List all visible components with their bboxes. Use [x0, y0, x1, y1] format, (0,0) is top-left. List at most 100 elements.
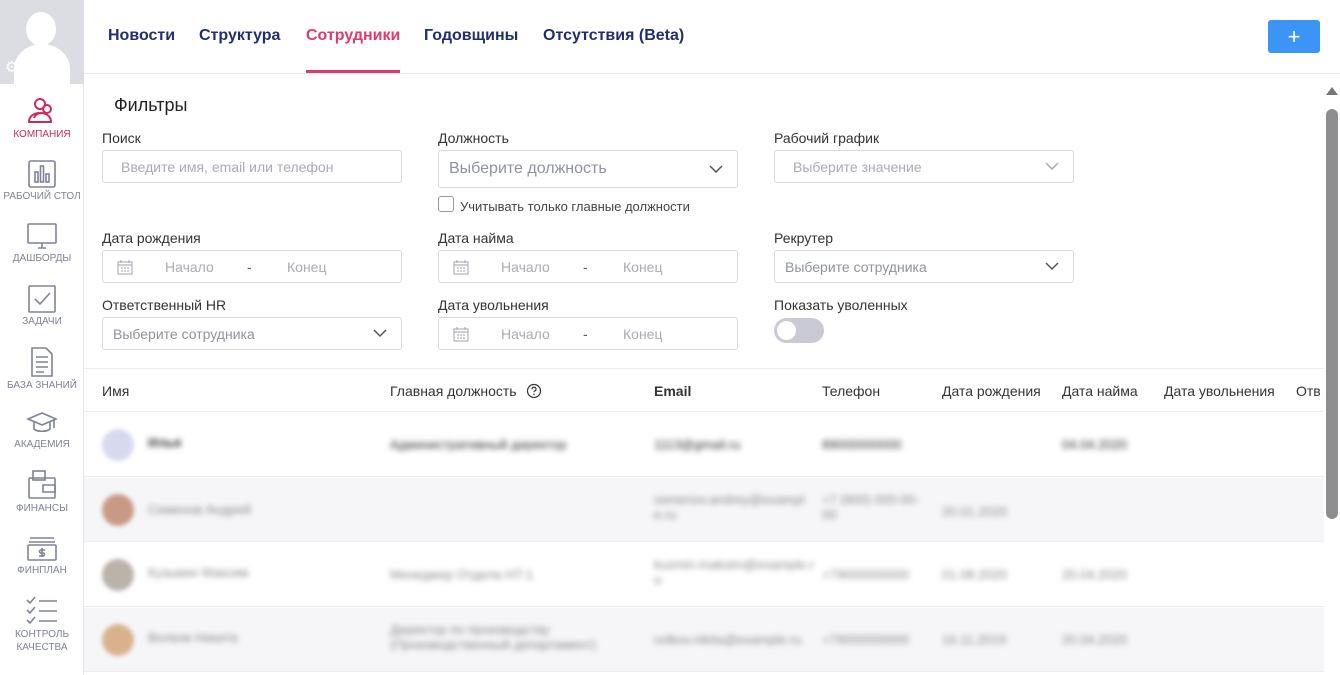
dismissal-date-label: Дата увольнения — [438, 297, 549, 313]
sidebar-item-academy[interactable]: АКАДЕМИЯ — [0, 410, 84, 451]
calendar-icon — [453, 327, 469, 342]
sidebar-item-knowledge-base[interactable]: БАЗА ЗНАНИЙ — [0, 347, 84, 392]
tab-anniversaries[interactable]: Годовщины — [424, 27, 518, 45]
employee-name[interactable]: Волков Никита — [148, 630, 237, 645]
sidebar-item-tasks[interactable]: ЗАДАЧИ — [0, 285, 84, 328]
column-birth-date[interactable]: Дата рождения — [942, 383, 1041, 399]
employee-hire-date: 20.04.2020 — [1062, 567, 1128, 582]
column-hire-date[interactable]: Дата найма — [1062, 383, 1138, 399]
gear-icon[interactable]: ⚙ — [5, 60, 18, 75]
company-icon — [27, 98, 53, 123]
position-label: Должность — [438, 130, 509, 146]
show-dismissed-label: Показать уволенных — [774, 297, 908, 313]
money-stack-icon — [27, 537, 57, 561]
hire-date-end[interactable]: Конец — [623, 259, 662, 275]
document-icon — [31, 347, 53, 377]
scroll-up-arrow-icon[interactable] — [1326, 87, 1338, 95]
sidebar-item-label: ФИНАНСЫ — [16, 503, 68, 514]
filters-title: Фильтры — [114, 95, 188, 115]
employee-position: Директор по производству (Производственн… — [390, 622, 597, 652]
column-name[interactable]: Имя — [102, 383, 129, 399]
search-input[interactable]: Введите имя, email или телефон — [102, 150, 402, 183]
employee-birth-date: 20.01.2020 — [942, 504, 1008, 519]
employee-birth-date: 01.08.2020 — [942, 567, 1008, 582]
vertical-scrollbar[interactable] — [1324, 75, 1340, 675]
scrollbar-thumb[interactable] — [1326, 109, 1338, 519]
dismissal-date-start[interactable]: Начало — [501, 326, 550, 342]
table-row[interactable]: Илья Административный директор 1113@gmai… — [84, 413, 1324, 477]
show-dismissed-toggle[interactable] — [774, 318, 824, 343]
checklist-icon — [26, 596, 57, 625]
table-row[interactable]: Волков Никита Директор по производству (… — [84, 608, 1324, 672]
recruiter-label: Рекрутер — [774, 230, 834, 246]
add-button[interactable]: + — [1268, 20, 1320, 53]
schedule-placeholder: Выберите значение — [793, 159, 922, 175]
sidebar-item-label: ЗАДАЧИ — [22, 316, 62, 327]
employee-position: Менеджер Отдела HT-1 — [390, 567, 534, 582]
employee-birth-date: 16.11.2019 — [942, 632, 1007, 647]
schedule-select[interactable]: Выберите значение — [774, 150, 1074, 183]
tab-news[interactable]: Новости — [108, 27, 175, 45]
sidebar-item-finplan[interactable]: ФИНПЛАН — [0, 536, 84, 577]
sidebar-item-finance[interactable]: ФИНАНСЫ — [0, 470, 84, 515]
employee-name[interactable]: Кузьмин Максим — [148, 565, 249, 580]
sidebar-item-label: АКАДЕМИЯ — [14, 439, 70, 450]
employee-phone: 89000000000 — [822, 437, 902, 452]
column-main-position[interactable]: Главная должность — [390, 383, 517, 399]
employee-name[interactable]: Илья — [148, 435, 181, 450]
responsible-hr-placeholder: Выберите сотрудника — [113, 326, 255, 342]
sidebar: ⚙ КОМПАНИЯ РАБОЧИЙ СТОЛ ДАШБОРДЫ ЗАДАЧИ … — [0, 0, 84, 675]
table-row[interactable]: Семенов Андрей semenov.andrey@example.ru… — [84, 478, 1324, 542]
calendar-icon — [453, 260, 469, 275]
birth-date-range[interactable]: Начало - Конец — [102, 250, 402, 283]
sidebar-item-label: БАЗА ЗНАНИЙ — [7, 380, 77, 391]
main-positions-checkbox[interactable] — [438, 196, 454, 212]
date-separator: - — [583, 326, 588, 342]
tab-absences[interactable]: Отсутствия (Beta) — [543, 27, 684, 45]
employee-name[interactable]: Семенов Андрей — [148, 502, 251, 517]
table-row[interactable]: Кузьмин Максим Менеджер Отдела HT-1 kuzm… — [84, 543, 1324, 607]
recruiter-placeholder: Выберите сотрудника — [785, 259, 927, 275]
tab-employees[interactable]: Сотрудники — [306, 27, 400, 45]
responsible-hr-select[interactable]: Выберите сотрудника — [102, 317, 402, 350]
calendar-icon — [117, 260, 133, 275]
recruiter-select[interactable]: Выберите сотрудника — [774, 250, 1074, 283]
employee-phone: +79000000000 — [822, 567, 910, 582]
active-tab-indicator — [306, 70, 400, 73]
column-responsible[interactable]: Отв — [1296, 383, 1321, 399]
column-email[interactable]: Email — [654, 383, 691, 399]
search-placeholder: Введите имя, email или телефон — [121, 159, 334, 175]
chevron-down-icon — [709, 165, 723, 174]
position-select[interactable]: Выберите должность — [438, 150, 738, 188]
column-phone[interactable]: Телефон — [822, 383, 880, 399]
sidebar-item-label: КОНТРОЛЬ КАЧЕСТВА — [14, 629, 70, 653]
birth-date-start[interactable]: Начало — [165, 259, 214, 275]
date-separator: - — [583, 259, 588, 275]
position-placeholder: Выберите должность — [449, 160, 607, 177]
wallet-icon — [28, 470, 56, 499]
sidebar-item-dashboards[interactable]: ДАШБОРДЫ — [0, 222, 84, 265]
tab-structure[interactable]: Структура — [199, 27, 280, 45]
hire-date-start[interactable]: Начало — [501, 259, 550, 275]
help-icon[interactable] — [526, 383, 542, 399]
employee-hire-date: 04.04.2020 — [1062, 437, 1128, 452]
date-separator: - — [247, 259, 252, 275]
column-dismissal-date[interactable]: Дата увольнения — [1164, 383, 1275, 399]
user-avatar[interactable]: ⚙ — [0, 0, 84, 84]
employee-email: kuzmin.maksim@example.ru — [654, 557, 814, 587]
schedule-label: Рабочий график — [774, 130, 880, 146]
birth-date-label: Дата рождения — [102, 230, 201, 246]
chevron-down-icon — [1045, 162, 1059, 171]
sidebar-item-quality-control[interactable]: КОНТРОЛЬ КАЧЕСТВА — [0, 596, 84, 654]
employee-phone: +79000000000 — [822, 632, 910, 647]
employee-phone: +7 (900) 000-00-00 — [822, 492, 920, 522]
dismissal-date-end[interactable]: Конец — [623, 326, 662, 342]
employee-email: 1113@gmail.ru — [654, 437, 741, 452]
hire-date-range[interactable]: Начало - Конец — [438, 250, 738, 283]
chevron-down-icon — [1045, 262, 1059, 271]
birth-date-end[interactable]: Конец — [287, 259, 326, 275]
dismissal-date-range[interactable]: Начало - Конец — [438, 317, 738, 350]
sidebar-item-company[interactable]: КОМПАНИЯ — [0, 96, 84, 141]
graduation-cap-icon — [26, 412, 58, 433]
sidebar-item-desktop[interactable]: РАБОЧИЙ СТОЛ — [0, 160, 84, 203]
